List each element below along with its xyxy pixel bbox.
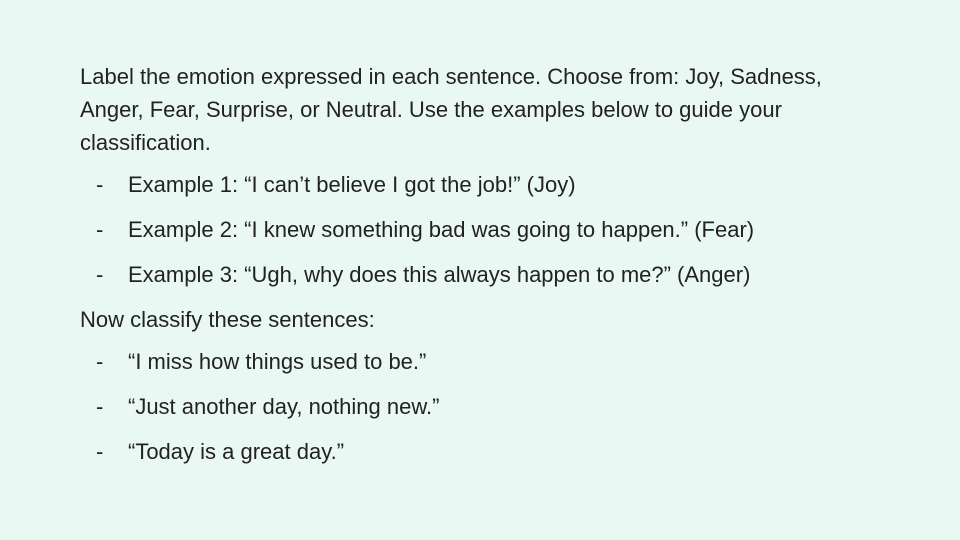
list-item: - “I miss how things used to be.” (80, 345, 880, 378)
bullet-marker: - (96, 217, 104, 242)
bullet-marker: - (96, 349, 104, 374)
example-text: Example 2: “I knew something bad was goi… (128, 217, 755, 242)
instruction-text: Label the emotion expressed in each sent… (80, 64, 822, 155)
prompt-text: Now classify these sentences: (80, 307, 375, 332)
bullet-marker: - (96, 439, 104, 464)
sentences-list: - “I miss how things used to be.” - “Jus… (80, 345, 880, 468)
examples-list: - Example 1: “I can’t believe I got the … (80, 168, 880, 291)
bullet-marker: - (96, 394, 104, 419)
list-item: - Example 2: “I knew something bad was g… (80, 213, 880, 246)
list-item: - “Today is a great day.” (80, 435, 880, 468)
example-text: Example 3: “Ugh, why does this always ha… (128, 262, 751, 287)
slide: Label the emotion expressed in each sent… (0, 0, 960, 540)
list-item: - Example 3: “Ugh, why does this always … (80, 258, 880, 291)
list-item: - “Just another day, nothing new.” (80, 390, 880, 423)
sentence-text: “Just another day, nothing new.” (128, 394, 440, 419)
sentence-text: “I miss how things used to be.” (128, 349, 427, 374)
example-text: Example 1: “I can’t believe I got the jo… (128, 172, 576, 197)
list-item: - Example 1: “I can’t believe I got the … (80, 168, 880, 201)
sentence-text: “Today is a great day.” (128, 439, 345, 464)
bullet-marker: - (96, 262, 104, 287)
bullet-marker: - (96, 172, 104, 197)
